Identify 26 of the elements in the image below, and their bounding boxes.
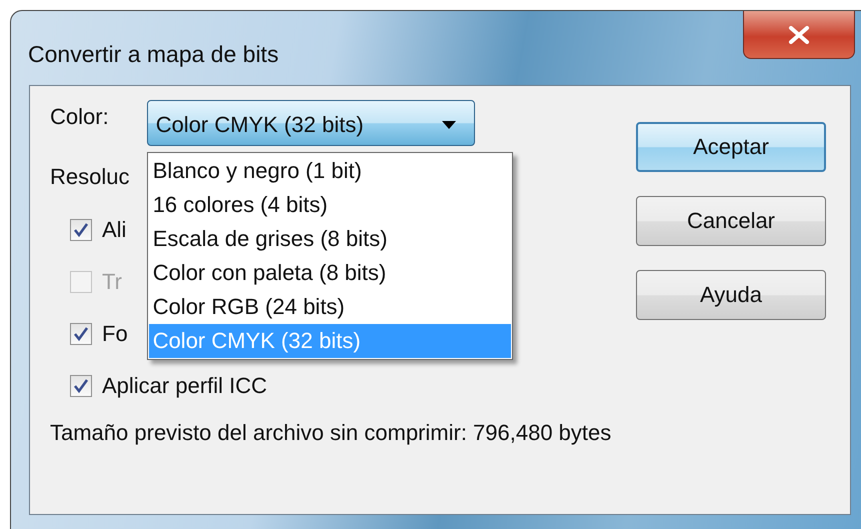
dropdown-option[interactable]: Blanco y negro (1 bit): [148, 154, 511, 188]
color-label: Color:: [50, 104, 109, 130]
checkbox-label: Ali: [102, 217, 126, 243]
checkbox-label: Fo: [102, 321, 128, 347]
dropdown-option[interactable]: 16 colores (4 bits): [148, 188, 511, 222]
dropdown-option[interactable]: Escala de grises (8 bits): [148, 222, 511, 256]
close-icon: [788, 26, 810, 44]
color-dropdown[interactable]: Color CMYK (32 bits): [146, 100, 475, 146]
checkbox-label: Tr: [102, 269, 122, 295]
checkbox[interactable]: [70, 323, 92, 345]
dialog-button[interactable]: Ayuda: [636, 270, 826, 320]
caret-icon: [442, 121, 456, 129]
checkbox[interactable]: [70, 219, 92, 241]
check-icon: [73, 378, 89, 394]
checkbox-label: Aplicar perfil ICC: [102, 373, 268, 399]
dropdown-option[interactable]: Color con paleta (8 bits): [148, 256, 511, 290]
close-button[interactable]: [743, 11, 855, 59]
dialog-button[interactable]: Aceptar: [636, 122, 826, 172]
check-icon: [73, 222, 89, 238]
resolution-label: Resoluc: [50, 164, 130, 189]
checkbox[interactable]: [70, 375, 92, 397]
dialog-button[interactable]: Cancelar: [636, 196, 826, 246]
file-size-text: Tamaño previsto del archivo sin comprimir: 796,480 bytes: [50, 420, 612, 446]
window-title: Convertir a mapa de bits: [28, 41, 279, 68]
dropdown-option[interactable]: Color RGB (24 bits): [148, 290, 511, 324]
check-icon: [73, 326, 89, 342]
